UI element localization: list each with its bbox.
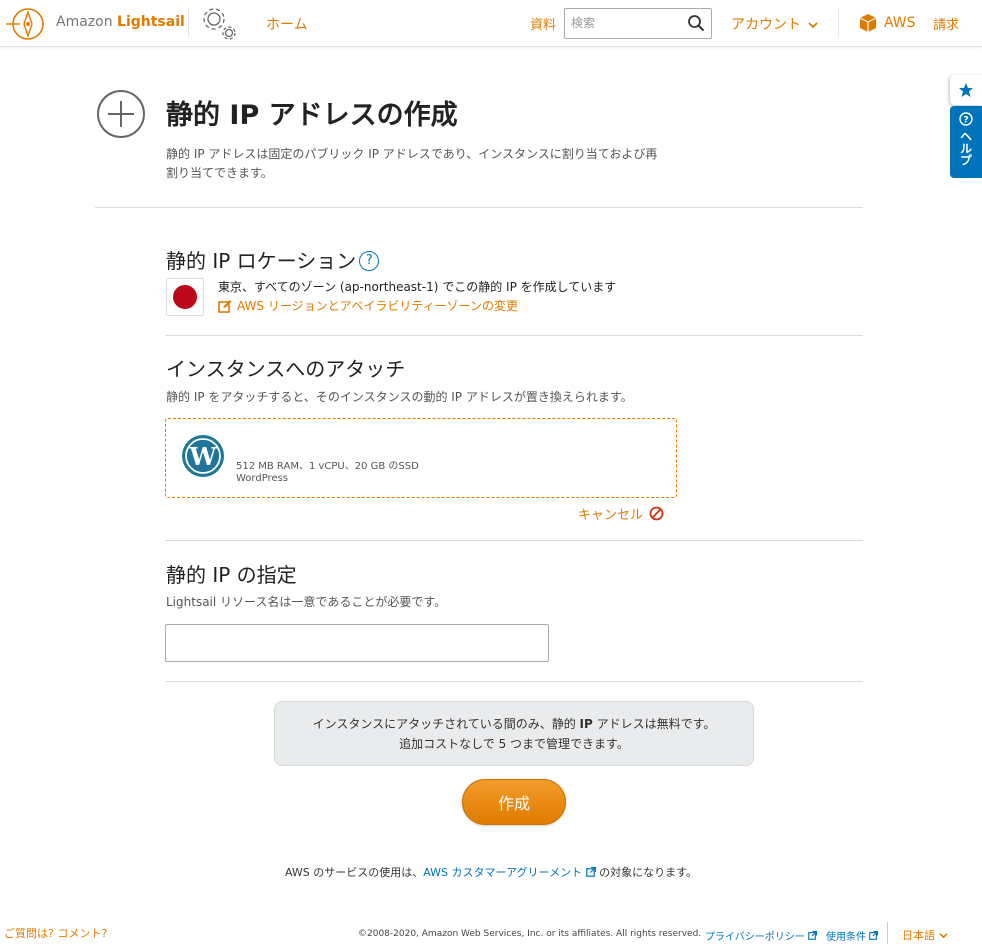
star-icon	[959, 83, 973, 97]
location-text: 東京、すべてのゾーン (ap-northeast-1) でこの静的 IP を作成…	[218, 280, 617, 294]
terms-of-use-link[interactable]: 使用条件	[826, 928, 879, 943]
aws-console-link[interactable]: AWS	[858, 13, 916, 33]
section-divider	[165, 681, 863, 682]
cancel-attach-link[interactable]: キャンセル	[578, 504, 664, 523]
static-ip-name-input[interactable]	[165, 624, 549, 662]
docs-link[interactable]: 資料	[530, 14, 556, 33]
chevron-down-icon	[938, 933, 948, 939]
instance-specs: 512 MB RAM、1 vCPU、20 GB のSSD	[236, 461, 419, 472]
account-label: アカウント	[731, 17, 801, 33]
selected-instance-card[interactable]: W 512 MB RAM、1 vCPU、20 GB のSSD WordPress	[165, 418, 677, 498]
change-region-label: AWS リージョンとアベイラビリティーゾーンの変更	[237, 299, 519, 313]
external-link-icon	[808, 930, 818, 940]
attach-heading: インスタンスへのアタッチ	[166, 357, 406, 381]
lightsail-compass-icon	[6, 8, 44, 40]
header-divider	[188, 9, 189, 37]
name-description: Lightsail リソース名は一意であることが必要です。	[166, 595, 447, 609]
help-tab-label: ヘルプ	[958, 130, 973, 166]
aws-box-icon	[859, 14, 877, 32]
create-button[interactable]: 作成	[462, 779, 566, 825]
privacy-policy-link[interactable]: プライバシーポリシー	[705, 928, 818, 943]
pricing-info-line2: 追加コストなしで 5 つまで管理できます。	[399, 737, 629, 751]
plus-circle-icon	[97, 90, 145, 138]
instance-blueprint: WordPress	[236, 473, 289, 484]
top-nav-bar: Amazon Lightsail ホーム 資料 アカウント AWS 請求	[0, 0, 982, 47]
cancel-icon	[649, 506, 664, 521]
feedback-link[interactable]: ご質問は? コメント?	[4, 925, 107, 941]
external-link-icon	[869, 930, 879, 940]
change-region-link[interactable]: AWS リージョンとアベイラビリティーゾーンの変更	[218, 297, 518, 314]
billing-link[interactable]: 請求	[933, 14, 959, 33]
language-selector[interactable]: 日本語	[902, 927, 948, 943]
name-heading: 静的 IP の指定	[166, 563, 297, 587]
japan-flag-icon	[166, 278, 204, 316]
help-circle-icon: ?	[959, 112, 973, 126]
external-link-icon	[585, 866, 596, 877]
home-link[interactable]: ホーム	[266, 14, 308, 34]
chevron-down-icon	[808, 22, 819, 29]
section-divider	[165, 335, 863, 336]
brand-name[interactable]: Amazon Lightsail	[56, 14, 185, 30]
page-title: 静的 IP アドレスの作成	[166, 100, 458, 131]
attach-description: 静的 IP をアタッチすると、そのインスタンスの動的 IP アドレスが置き換えら…	[166, 390, 633, 404]
terms-notice: AWS のサービスの使用は、AWS カスタマーアグリーメント の対象になります。	[284, 866, 698, 879]
section-divider	[165, 540, 863, 541]
search-input[interactable]	[571, 9, 681, 36]
edit-icon	[218, 299, 232, 313]
search-icon[interactable]	[687, 14, 705, 32]
copyright-text: ©2008-2020, Amazon Web Services, Inc. or…	[358, 929, 702, 939]
location-heading-text: 静的 IP ロケーション	[166, 249, 357, 273]
location-heading: 静的 IP ロケーション?	[166, 245, 380, 274]
pricing-info-line1: インスタンスにアタッチされている間のみ、静的 IP アドレスは無料です。	[312, 717, 716, 731]
header-divider	[838, 9, 839, 37]
wordpress-icon: W	[182, 435, 224, 477]
favorites-tab[interactable]	[950, 75, 982, 105]
help-icon[interactable]: ?	[359, 250, 380, 271]
settings-gear-icon[interactable]	[198, 4, 240, 46]
pricing-info-box: インスタンスにアタッチされている間のみ、静的 IP アドレスは無料です。 追加コ…	[274, 701, 754, 766]
svg-text:?: ?	[963, 116, 968, 126]
svg-text:W: W	[189, 442, 218, 471]
lightsail-logo[interactable]	[6, 5, 48, 43]
footer-divider	[887, 922, 888, 944]
help-tab[interactable]: ? ヘルプ	[950, 106, 982, 178]
account-menu[interactable]: アカウント	[731, 14, 819, 34]
page-description: 静的 IP アドレスは固定のパブリック IP アドレスであり、インスタンスに割り…	[166, 147, 658, 180]
cancel-label: キャンセル	[578, 508, 644, 523]
aws-label: AWS	[884, 15, 916, 31]
section-divider	[95, 207, 863, 208]
search-box[interactable]	[564, 8, 712, 39]
customer-agreement-link[interactable]: AWS カスタマーアグリーメント	[423, 866, 582, 879]
